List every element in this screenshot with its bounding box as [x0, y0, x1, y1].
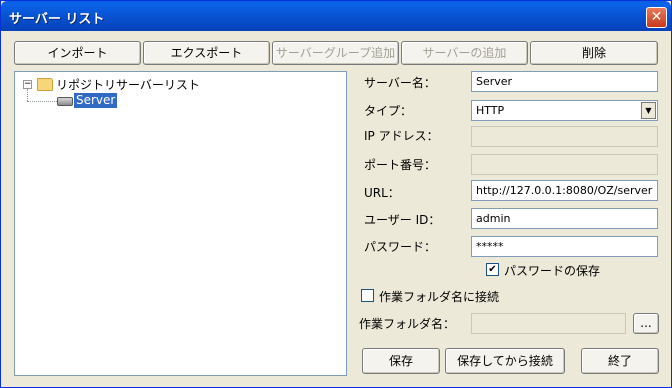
- server-icon: [57, 97, 73, 106]
- folder-icon: [37, 78, 53, 91]
- port-number-input[interactable]: [471, 154, 658, 175]
- close-icon: ✕: [650, 9, 663, 25]
- save-password-checkbox[interactable]: ✔: [486, 263, 499, 276]
- type-select-value: HTTP: [476, 104, 505, 117]
- exit-button[interactable]: 終了: [581, 348, 659, 374]
- collapse-icon[interactable]: −: [23, 80, 32, 89]
- url-label: URL：: [364, 186, 400, 200]
- window-title: サーバー リスト: [9, 12, 105, 27]
- workfolder-label: 作業フォルダ名：: [359, 317, 456, 331]
- server-name-label: サーバー名：: [364, 76, 436, 90]
- type-select[interactable]: HTTP ▼: [471, 100, 658, 121]
- ip-address-input[interactable]: [471, 126, 658, 147]
- close-button[interactable]: ✕: [646, 7, 667, 28]
- tree-line: [27, 89, 28, 101]
- type-label: タイプ：: [364, 104, 413, 118]
- save-password-label[interactable]: パスワードの保存: [504, 262, 600, 279]
- browse-button[interactable]: ...: [633, 313, 659, 334]
- user-id-label: ユーザー ID：: [364, 213, 441, 227]
- tree-line: [27, 101, 57, 102]
- save-button[interactable]: 保存: [362, 348, 440, 374]
- password-input[interactable]: *****: [471, 236, 658, 257]
- workfolder-input[interactable]: [471, 313, 626, 334]
- checkmark-icon: ✔: [488, 264, 497, 275]
- server-list-dialog: サーバー リスト ✕ インポート エクスポート サーバーグループ追加 サーバーの…: [0, 0, 672, 388]
- server-tree[interactable]: − リポジトリサーバーリスト Server: [14, 71, 347, 376]
- add-server-group-button[interactable]: サーバーグループ追加: [272, 41, 399, 65]
- port-number-label: ポート番号：: [364, 158, 437, 172]
- password-label: パスワード：: [364, 240, 437, 254]
- server-name-input[interactable]: Server: [471, 71, 658, 92]
- title-bar[interactable]: サーバー リスト ✕: [1, 1, 671, 31]
- tree-item-repository-server-list[interactable]: リポジトリサーバーリスト: [56, 77, 200, 93]
- chevron-down-icon[interactable]: ▼: [641, 102, 656, 119]
- save-and-connect-button[interactable]: 保存してから接続: [445, 348, 565, 374]
- tree-item-server[interactable]: Server: [74, 93, 118, 108]
- connect-workfolder-label[interactable]: 作業フォルダ名に接続: [379, 288, 499, 305]
- connect-workfolder-checkbox[interactable]: [361, 289, 374, 302]
- export-button[interactable]: エクスポート: [143, 41, 270, 65]
- ip-address-label: IP アドレス：: [364, 129, 439, 143]
- user-id-input[interactable]: admin: [471, 208, 658, 229]
- delete-button[interactable]: 削除: [530, 41, 658, 65]
- url-input[interactable]: http://127.0.0.1:8080/OZ/server: [471, 180, 658, 201]
- add-server-button[interactable]: サーバーの追加: [401, 41, 528, 65]
- import-button[interactable]: インポート: [14, 41, 141, 65]
